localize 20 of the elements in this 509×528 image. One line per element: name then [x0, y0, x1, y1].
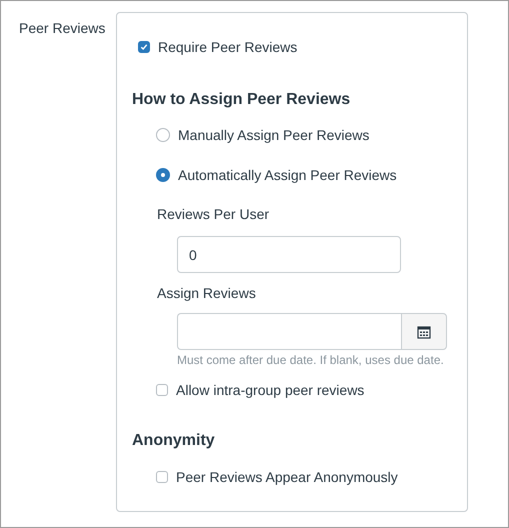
radio-label: Manually Assign Peer Reviews	[178, 126, 370, 145]
date-input[interactable]	[177, 313, 401, 350]
calendar-icon	[417, 324, 431, 338]
section-heading: Anonymity	[132, 431, 216, 451]
section-heading: How to Assign Peer Reviews	[132, 90, 352, 110]
field-label: Reviews Per User	[157, 205, 270, 224]
radio-label: Automatically Assign Peer Reviews	[178, 166, 397, 185]
checkbox[interactable]	[156, 384, 168, 396]
checkbox[interactable]	[138, 41, 150, 53]
checkbox-label: Require Peer Reviews	[158, 38, 298, 57]
checkbox[interactable]	[156, 471, 168, 483]
checkbox-label: Allow intra-group peer reviews	[176, 381, 364, 400]
calendar-button[interactable]	[401, 313, 447, 350]
number-input[interactable]: 0	[177, 236, 401, 273]
hint-text: Must come after due date. If blank, uses due date.	[177, 352, 445, 368]
radio-button[interactable]	[156, 168, 170, 182]
checkbox-label: Peer Reviews Appear Anonymously	[176, 468, 398, 487]
section-label: Peer Reviews	[19, 19, 106, 38]
radio-button[interactable]	[156, 128, 170, 142]
field-label: Assign Reviews	[157, 284, 257, 303]
